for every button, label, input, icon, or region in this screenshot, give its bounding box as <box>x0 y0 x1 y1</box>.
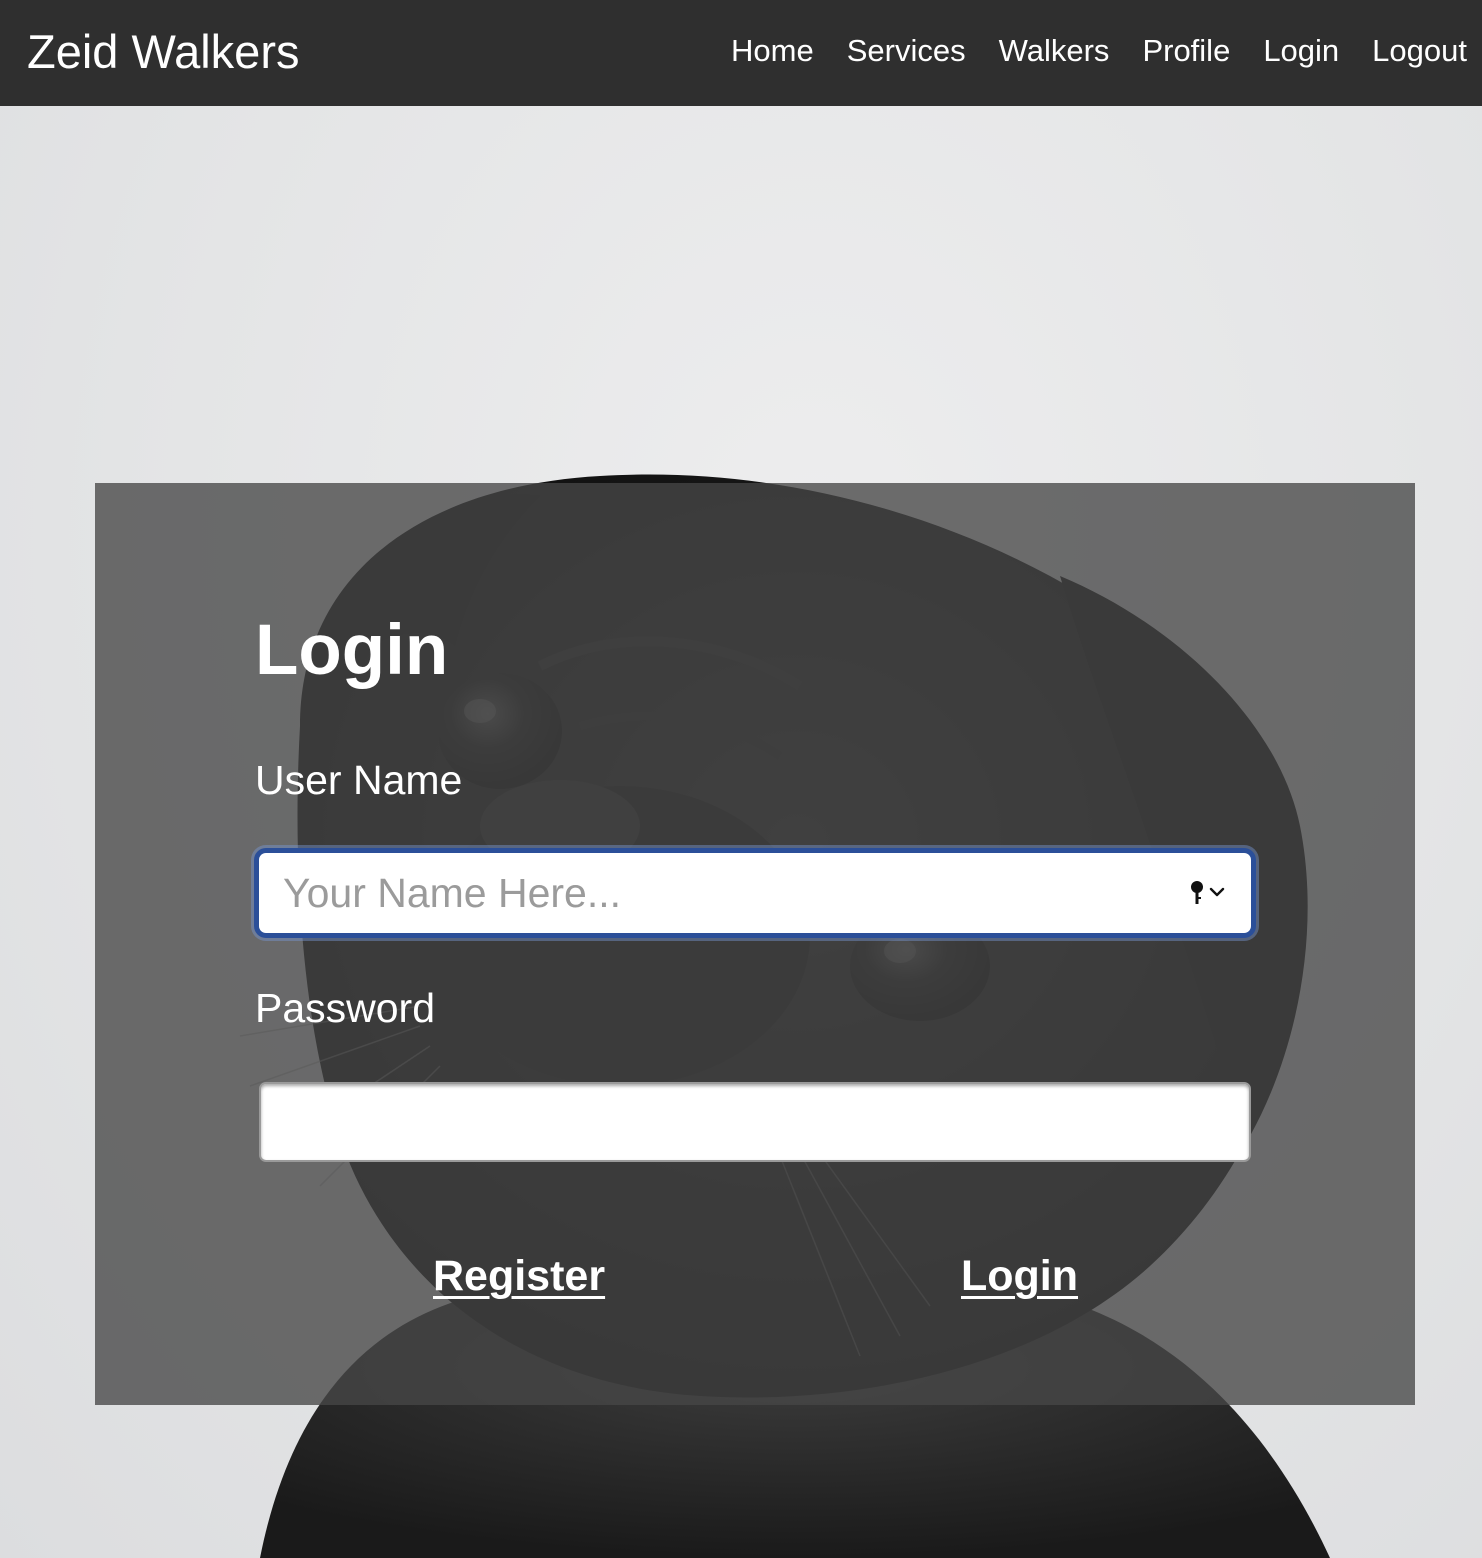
nav-link-login[interactable]: Login <box>1263 30 1339 72</box>
username-label: User Name <box>255 757 463 803</box>
brand-logo-link[interactable]: Zeid Walkers <box>27 24 299 80</box>
nav-link-walkers[interactable]: Walkers <box>999 30 1110 72</box>
username-field-wrapper <box>259 853 1251 933</box>
register-link[interactable]: Register <box>433 1250 605 1302</box>
username-input[interactable] <box>259 853 1251 933</box>
key-icon[interactable] <box>1189 880 1229 906</box>
password-field-wrapper <box>259 1082 1251 1162</box>
login-submit-link[interactable]: Login <box>961 1250 1078 1302</box>
nav-link-logout[interactable]: Logout <box>1372 30 1467 72</box>
login-card: Login User Name Password Register Login <box>95 483 1415 1405</box>
password-input[interactable] <box>261 1084 1249 1160</box>
login-title: Login <box>255 611 449 690</box>
password-label: Password <box>255 985 436 1031</box>
nav-link-home[interactable]: Home <box>731 30 814 72</box>
nav-link-services[interactable]: Services <box>847 30 966 72</box>
top-navbar: Zeid Walkers Home Services Walkers Profi… <box>0 0 1482 106</box>
nav-link-profile[interactable]: Profile <box>1142 30 1230 72</box>
nav-links: Home Services Walkers Profile Login Logo… <box>731 30 1467 72</box>
